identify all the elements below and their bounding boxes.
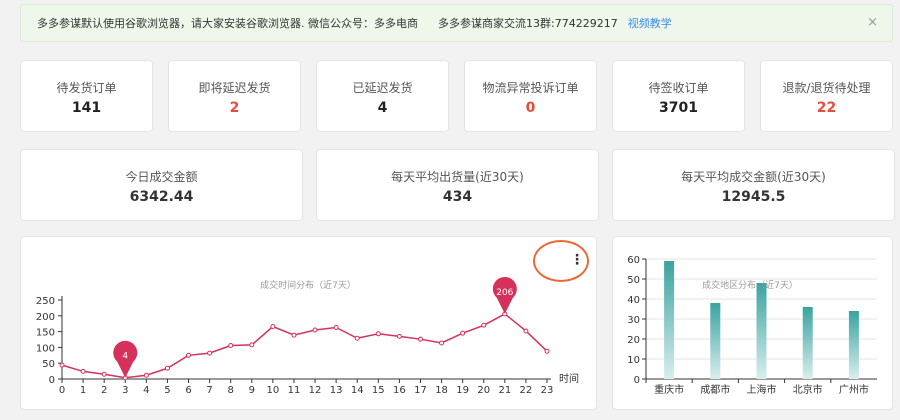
- pin-marker-label: 206: [496, 288, 513, 298]
- y-tick-label: 200: [36, 312, 55, 323]
- data-point: [439, 340, 445, 346]
- bar: [802, 307, 813, 379]
- data-point: [270, 324, 276, 330]
- bar-y-tick-label: 0: [634, 375, 640, 386]
- data-point: [523, 328, 529, 334]
- data-point: [228, 343, 234, 349]
- x-tick-label: 2: [101, 385, 107, 396]
- bar-x-tick-label: 北京市: [793, 383, 823, 396]
- x-tick-label: 15: [372, 385, 385, 396]
- bar: [664, 261, 675, 379]
- bar-chart-title: 成交地区分布（近7天）: [702, 279, 798, 291]
- bar: [848, 311, 859, 379]
- y-tick-label: 250: [36, 296, 55, 307]
- data-point: [417, 336, 423, 342]
- x-tick-label: 17: [414, 385, 427, 396]
- x-tick-label: 10: [267, 385, 280, 396]
- x-tick-label: 6: [185, 385, 191, 396]
- x-tick-label: 5: [164, 385, 170, 396]
- x-tick-label: 12: [309, 385, 322, 396]
- bar-x-tick-label: 上海市: [747, 383, 777, 396]
- bar-y-tick-label: 10: [627, 355, 640, 366]
- bar-y-tick-label: 20: [627, 335, 640, 346]
- x-tick-label: 8: [228, 385, 234, 396]
- x-tick-label: 3: [122, 385, 128, 396]
- x-tick-label: 9: [249, 385, 255, 396]
- bar-y-tick-label: 40: [627, 295, 640, 306]
- data-point: [164, 365, 170, 371]
- data-point: [101, 371, 107, 377]
- x-tick-label: 21: [498, 385, 511, 396]
- data-point: [143, 372, 149, 378]
- pin-marker-label: 4: [122, 352, 128, 362]
- bar: [756, 283, 767, 379]
- x-axis-label: 时间: [559, 372, 579, 385]
- data-point: [396, 333, 402, 339]
- data-point: [375, 331, 381, 337]
- x-tick-label: 11: [288, 385, 301, 396]
- data-point: [481, 322, 487, 328]
- data-point: [80, 368, 86, 374]
- bar-y-tick-label: 30: [627, 315, 640, 326]
- x-tick-label: 1: [80, 385, 86, 396]
- x-tick-label: 0: [59, 385, 65, 396]
- data-point: [207, 350, 213, 356]
- bar-x-tick-label: 广州市: [839, 383, 869, 396]
- bar-y-tick-label: 50: [627, 275, 640, 286]
- bar-x-tick-label: 重庆市: [654, 383, 684, 396]
- line-chart-title: 成交时间分布（近7天）: [260, 279, 356, 291]
- data-point: [186, 352, 192, 358]
- data-point: [460, 330, 466, 336]
- y-tick-label: 50: [42, 359, 55, 370]
- data-point: [544, 348, 550, 354]
- x-tick-label: 22: [520, 385, 533, 396]
- x-tick-label: 4: [143, 385, 149, 396]
- data-point: [59, 362, 65, 368]
- data-point: [249, 342, 255, 348]
- data-point: [312, 327, 318, 333]
- x-tick-label: 7: [206, 385, 212, 396]
- x-tick-label: 14: [351, 385, 364, 396]
- line-chart: 成交时间分布（近7天）0501001502002500 1 2 3 4 5 6 7 8 9 10 11…: [36, 255, 877, 396]
- x-tick-label: 18: [435, 385, 448, 396]
- x-tick-label: 19: [456, 385, 469, 396]
- x-tick-label: 16: [393, 385, 406, 396]
- y-tick-label: 150: [36, 328, 55, 339]
- x-tick-label: 20: [477, 385, 490, 396]
- y-tick-label: 100: [36, 343, 55, 354]
- y-tick-label: 0: [49, 375, 55, 386]
- x-tick-label: 23: [541, 385, 554, 396]
- bar-x-tick-label: 成都市: [700, 383, 730, 396]
- bar-y-tick-label: 60: [627, 255, 640, 266]
- data-point: [291, 332, 297, 338]
- data-point: [354, 335, 360, 341]
- x-tick-label: 13: [330, 385, 343, 396]
- bar: [710, 303, 721, 379]
- data-point: [333, 324, 339, 330]
